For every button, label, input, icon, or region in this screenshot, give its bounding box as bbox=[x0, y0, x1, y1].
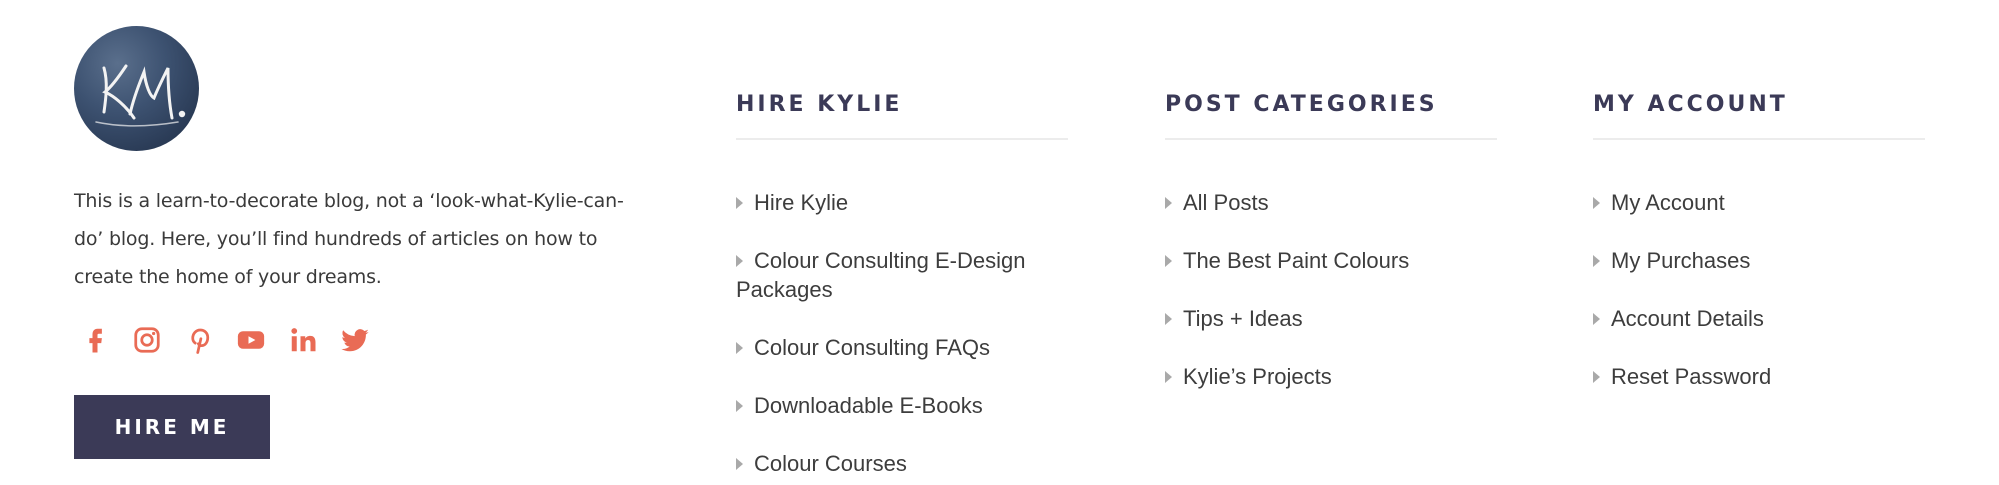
footer-link[interactable]: Kylie’s Projects bbox=[1165, 362, 1332, 391]
triangle-bullet-icon bbox=[736, 400, 743, 412]
divider bbox=[1165, 138, 1497, 140]
footer-link[interactable]: Colour Consulting FAQs bbox=[736, 333, 990, 362]
post-categories-column: POST CATEGORIES All Posts The Best Paint… bbox=[1165, 92, 1497, 389]
triangle-bullet-icon bbox=[736, 342, 743, 354]
triangle-bullet-icon bbox=[1165, 313, 1172, 325]
footer-link[interactable]: My Purchases bbox=[1593, 246, 1750, 275]
column-title: HIRE KYLIE bbox=[736, 92, 903, 117]
social-links bbox=[78, 322, 390, 358]
footer-link[interactable]: Tips + Ideas bbox=[1165, 304, 1303, 333]
triangle-bullet-icon bbox=[1593, 313, 1600, 325]
youtube-icon[interactable] bbox=[234, 323, 268, 357]
my-account-column: MY ACCOUNT My Account My Purchases Accou… bbox=[1593, 92, 1925, 389]
footer-link[interactable]: Colour Consulting E-Design Packages bbox=[736, 246, 1068, 304]
km-signature-mark bbox=[95, 64, 186, 127]
about-text: This is a learn-to-decorate blog, not a … bbox=[74, 190, 624, 288]
divider bbox=[736, 138, 1068, 140]
footer-link[interactable]: Hire Kylie bbox=[736, 188, 848, 217]
instagram-icon[interactable] bbox=[130, 323, 164, 357]
footer-link[interactable]: Colour Courses bbox=[736, 449, 907, 478]
footer-link[interactable]: The Best Paint Colours bbox=[1165, 246, 1409, 275]
km-logo[interactable]: KM. bbox=[74, 26, 199, 151]
triangle-bullet-icon bbox=[1593, 255, 1600, 267]
hire-kylie-column: HIRE KYLIE Hire Kylie Colour Consulting … bbox=[736, 92, 1068, 476]
divider bbox=[1593, 138, 1925, 140]
triangle-bullet-icon bbox=[1593, 197, 1600, 209]
triangle-bullet-icon bbox=[736, 197, 743, 209]
twitter-icon[interactable] bbox=[338, 323, 372, 357]
hire-me-button[interactable]: HIRE ME bbox=[74, 395, 270, 459]
footer-link[interactable]: All Posts bbox=[1165, 188, 1269, 217]
triangle-bullet-icon bbox=[736, 458, 743, 470]
triangle-bullet-icon bbox=[1593, 371, 1600, 383]
column-title: MY ACCOUNT bbox=[1593, 92, 1788, 117]
footer-link[interactable]: Downloadable E-Books bbox=[736, 391, 983, 420]
pinterest-icon[interactable] bbox=[182, 323, 216, 357]
triangle-bullet-icon bbox=[1165, 197, 1172, 209]
triangle-bullet-icon bbox=[736, 255, 743, 267]
linkedin-icon[interactable] bbox=[286, 323, 320, 357]
footer-link[interactable]: Reset Password bbox=[1593, 362, 1771, 391]
triangle-bullet-icon bbox=[1165, 371, 1172, 383]
column-title: POST CATEGORIES bbox=[1165, 92, 1438, 117]
triangle-bullet-icon bbox=[1165, 255, 1172, 267]
footer-link[interactable]: Account Details bbox=[1593, 304, 1764, 333]
footer-link[interactable]: My Account bbox=[1593, 188, 1725, 217]
facebook-icon[interactable] bbox=[78, 323, 112, 357]
